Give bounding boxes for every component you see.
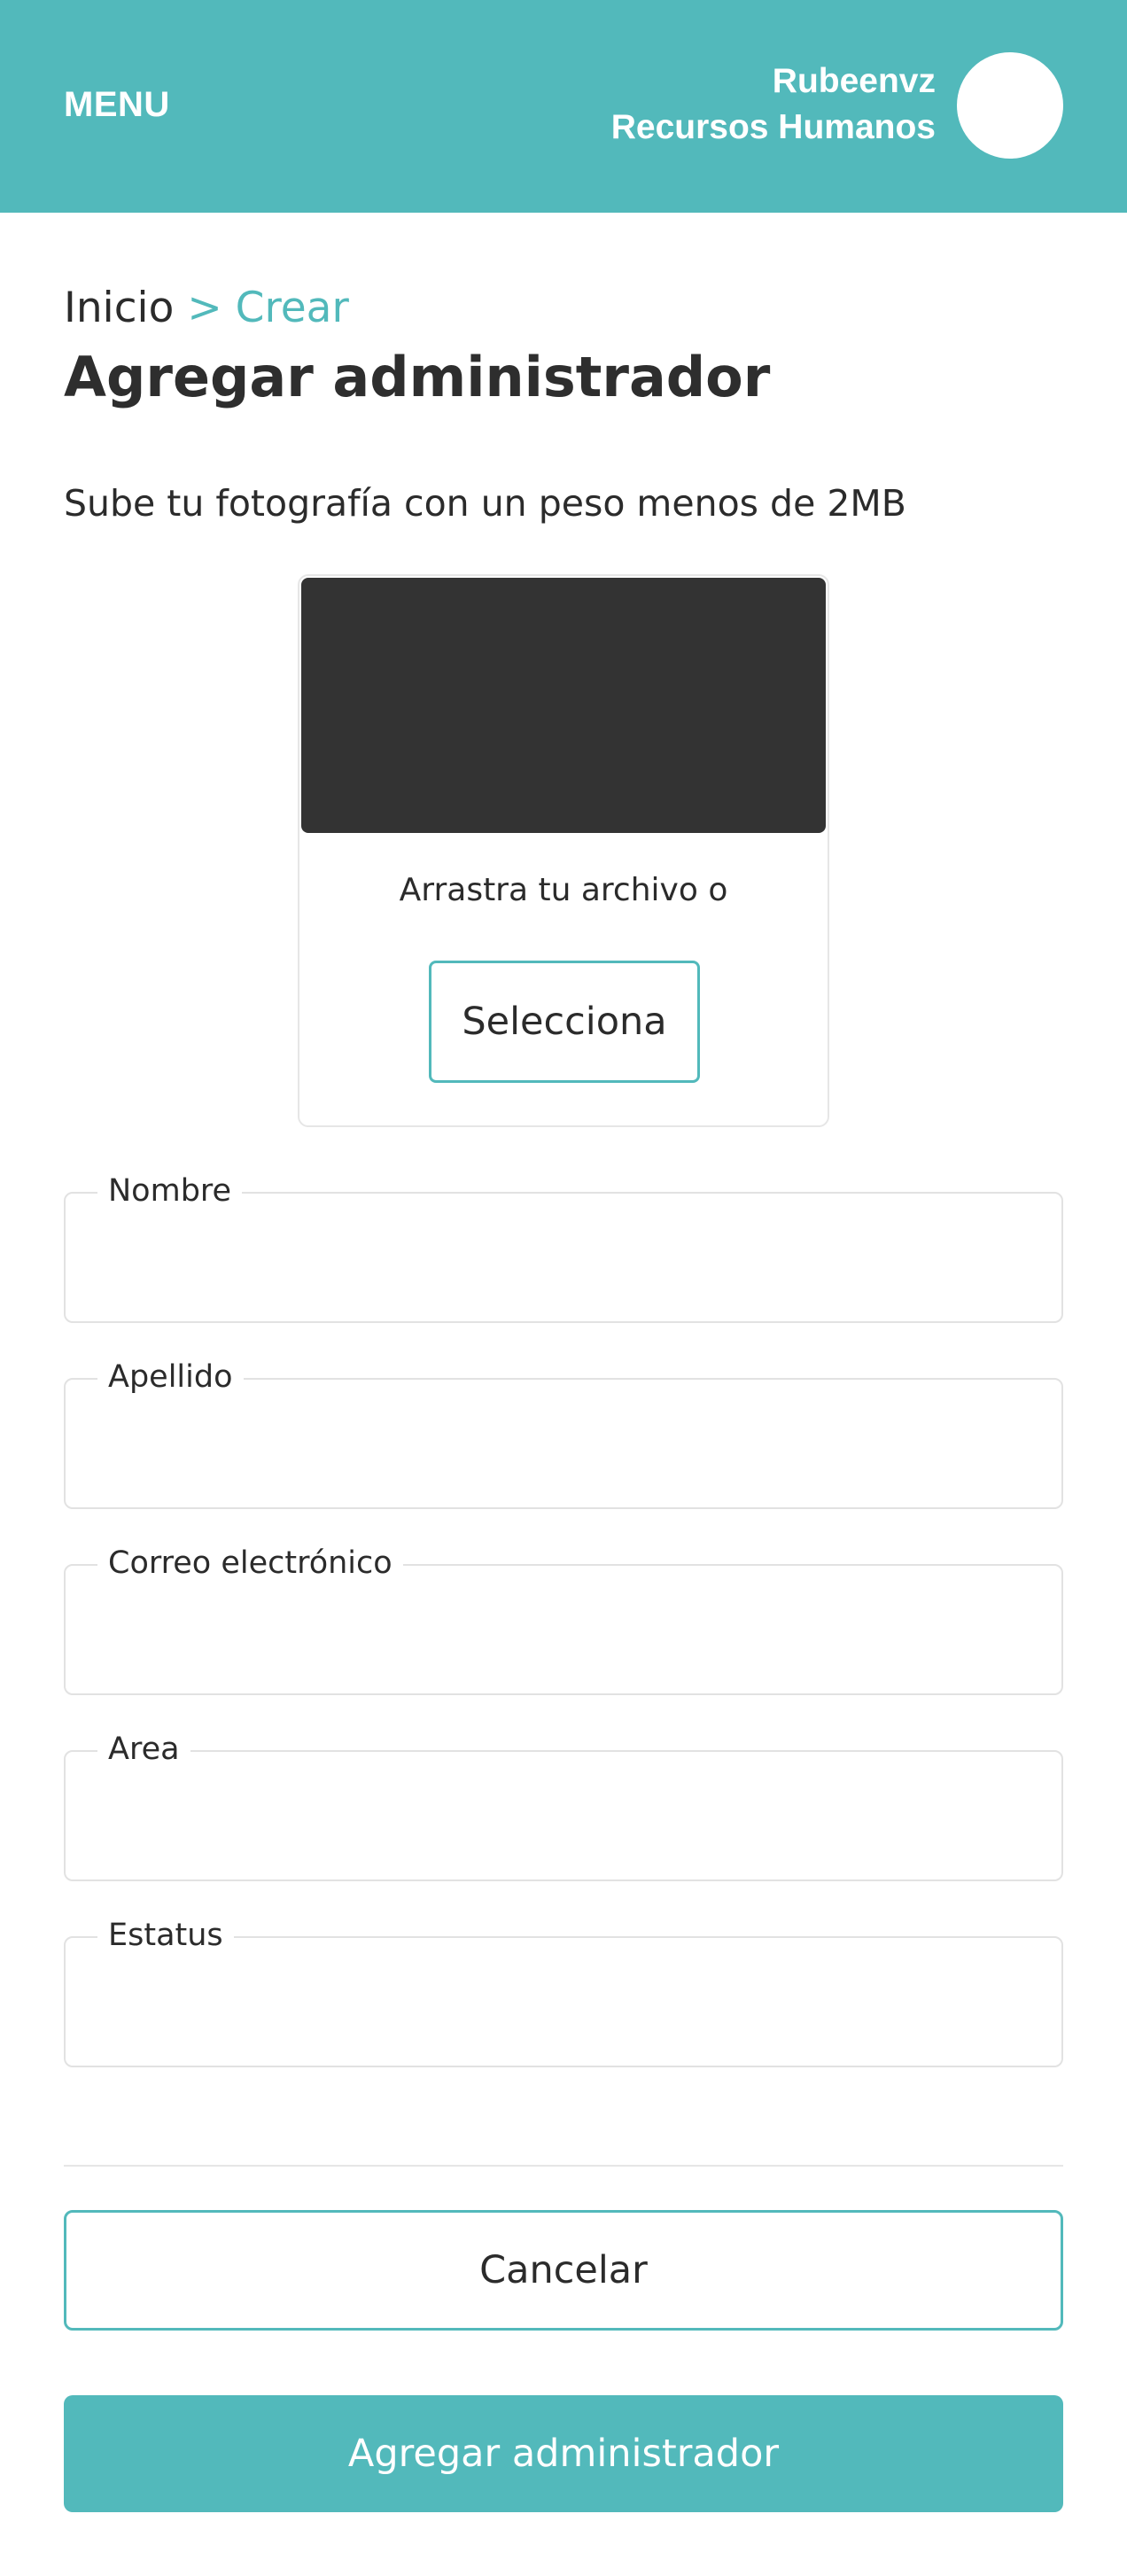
area-field[interactable]: Area bbox=[64, 1727, 1063, 1881]
user-role: Recursos Humanos bbox=[610, 108, 936, 146]
user-name: Rubeenvz bbox=[772, 62, 936, 100]
email-label: Correo electrónico bbox=[97, 1541, 403, 1585]
avatar[interactable] bbox=[957, 52, 1063, 159]
nombre-input[interactable] bbox=[87, 1229, 1040, 1300]
area-input[interactable] bbox=[87, 1787, 1040, 1858]
app-header: MENU Rubeenvz Recursos Humanos bbox=[0, 0, 1127, 213]
nombre-field[interactable]: Nombre bbox=[64, 1169, 1063, 1323]
email-field[interactable]: Correo electrónico bbox=[64, 1541, 1063, 1695]
estatus-input[interactable] bbox=[87, 1973, 1040, 2044]
breadcrumb: Inicio > Crear bbox=[64, 280, 349, 337]
menu-button[interactable]: MENU bbox=[64, 85, 170, 125]
select-file-button[interactable]: Selecciona bbox=[429, 961, 700, 1083]
add-admin-button[interactable]: Agregar administrador bbox=[64, 2395, 1063, 2512]
cancel-button[interactable]: Cancelar bbox=[64, 2210, 1063, 2331]
form-divider bbox=[64, 2165, 1063, 2167]
apellido-label: Apellido bbox=[97, 1355, 244, 1399]
estatus-field[interactable]: Estatus bbox=[64, 1913, 1063, 2067]
nombre-label: Nombre bbox=[97, 1169, 243, 1213]
user-info: Rubeenvz Recursos Humanos bbox=[611, 58, 936, 151]
upload-instructions: Sube tu fotografía con un peso menos de … bbox=[64, 482, 906, 525]
apellido-field[interactable]: Apellido bbox=[64, 1355, 1063, 1509]
photo-dropzone[interactable]: Arrastra tu archivo o Selecciona bbox=[298, 574, 829, 1127]
page-title: Agregar administrador bbox=[64, 345, 771, 409]
breadcrumb-home-link[interactable]: Inicio bbox=[64, 284, 174, 332]
email-input[interactable] bbox=[87, 1601, 1040, 1672]
dropzone-hint: Arrastra tu archivo o bbox=[399, 872, 728, 908]
apellido-input[interactable] bbox=[87, 1415, 1040, 1486]
estatus-label: Estatus bbox=[97, 1913, 234, 1957]
area-label: Area bbox=[97, 1727, 190, 1771]
breadcrumb-current: > Crear bbox=[174, 284, 349, 332]
photo-preview bbox=[301, 578, 826, 833]
